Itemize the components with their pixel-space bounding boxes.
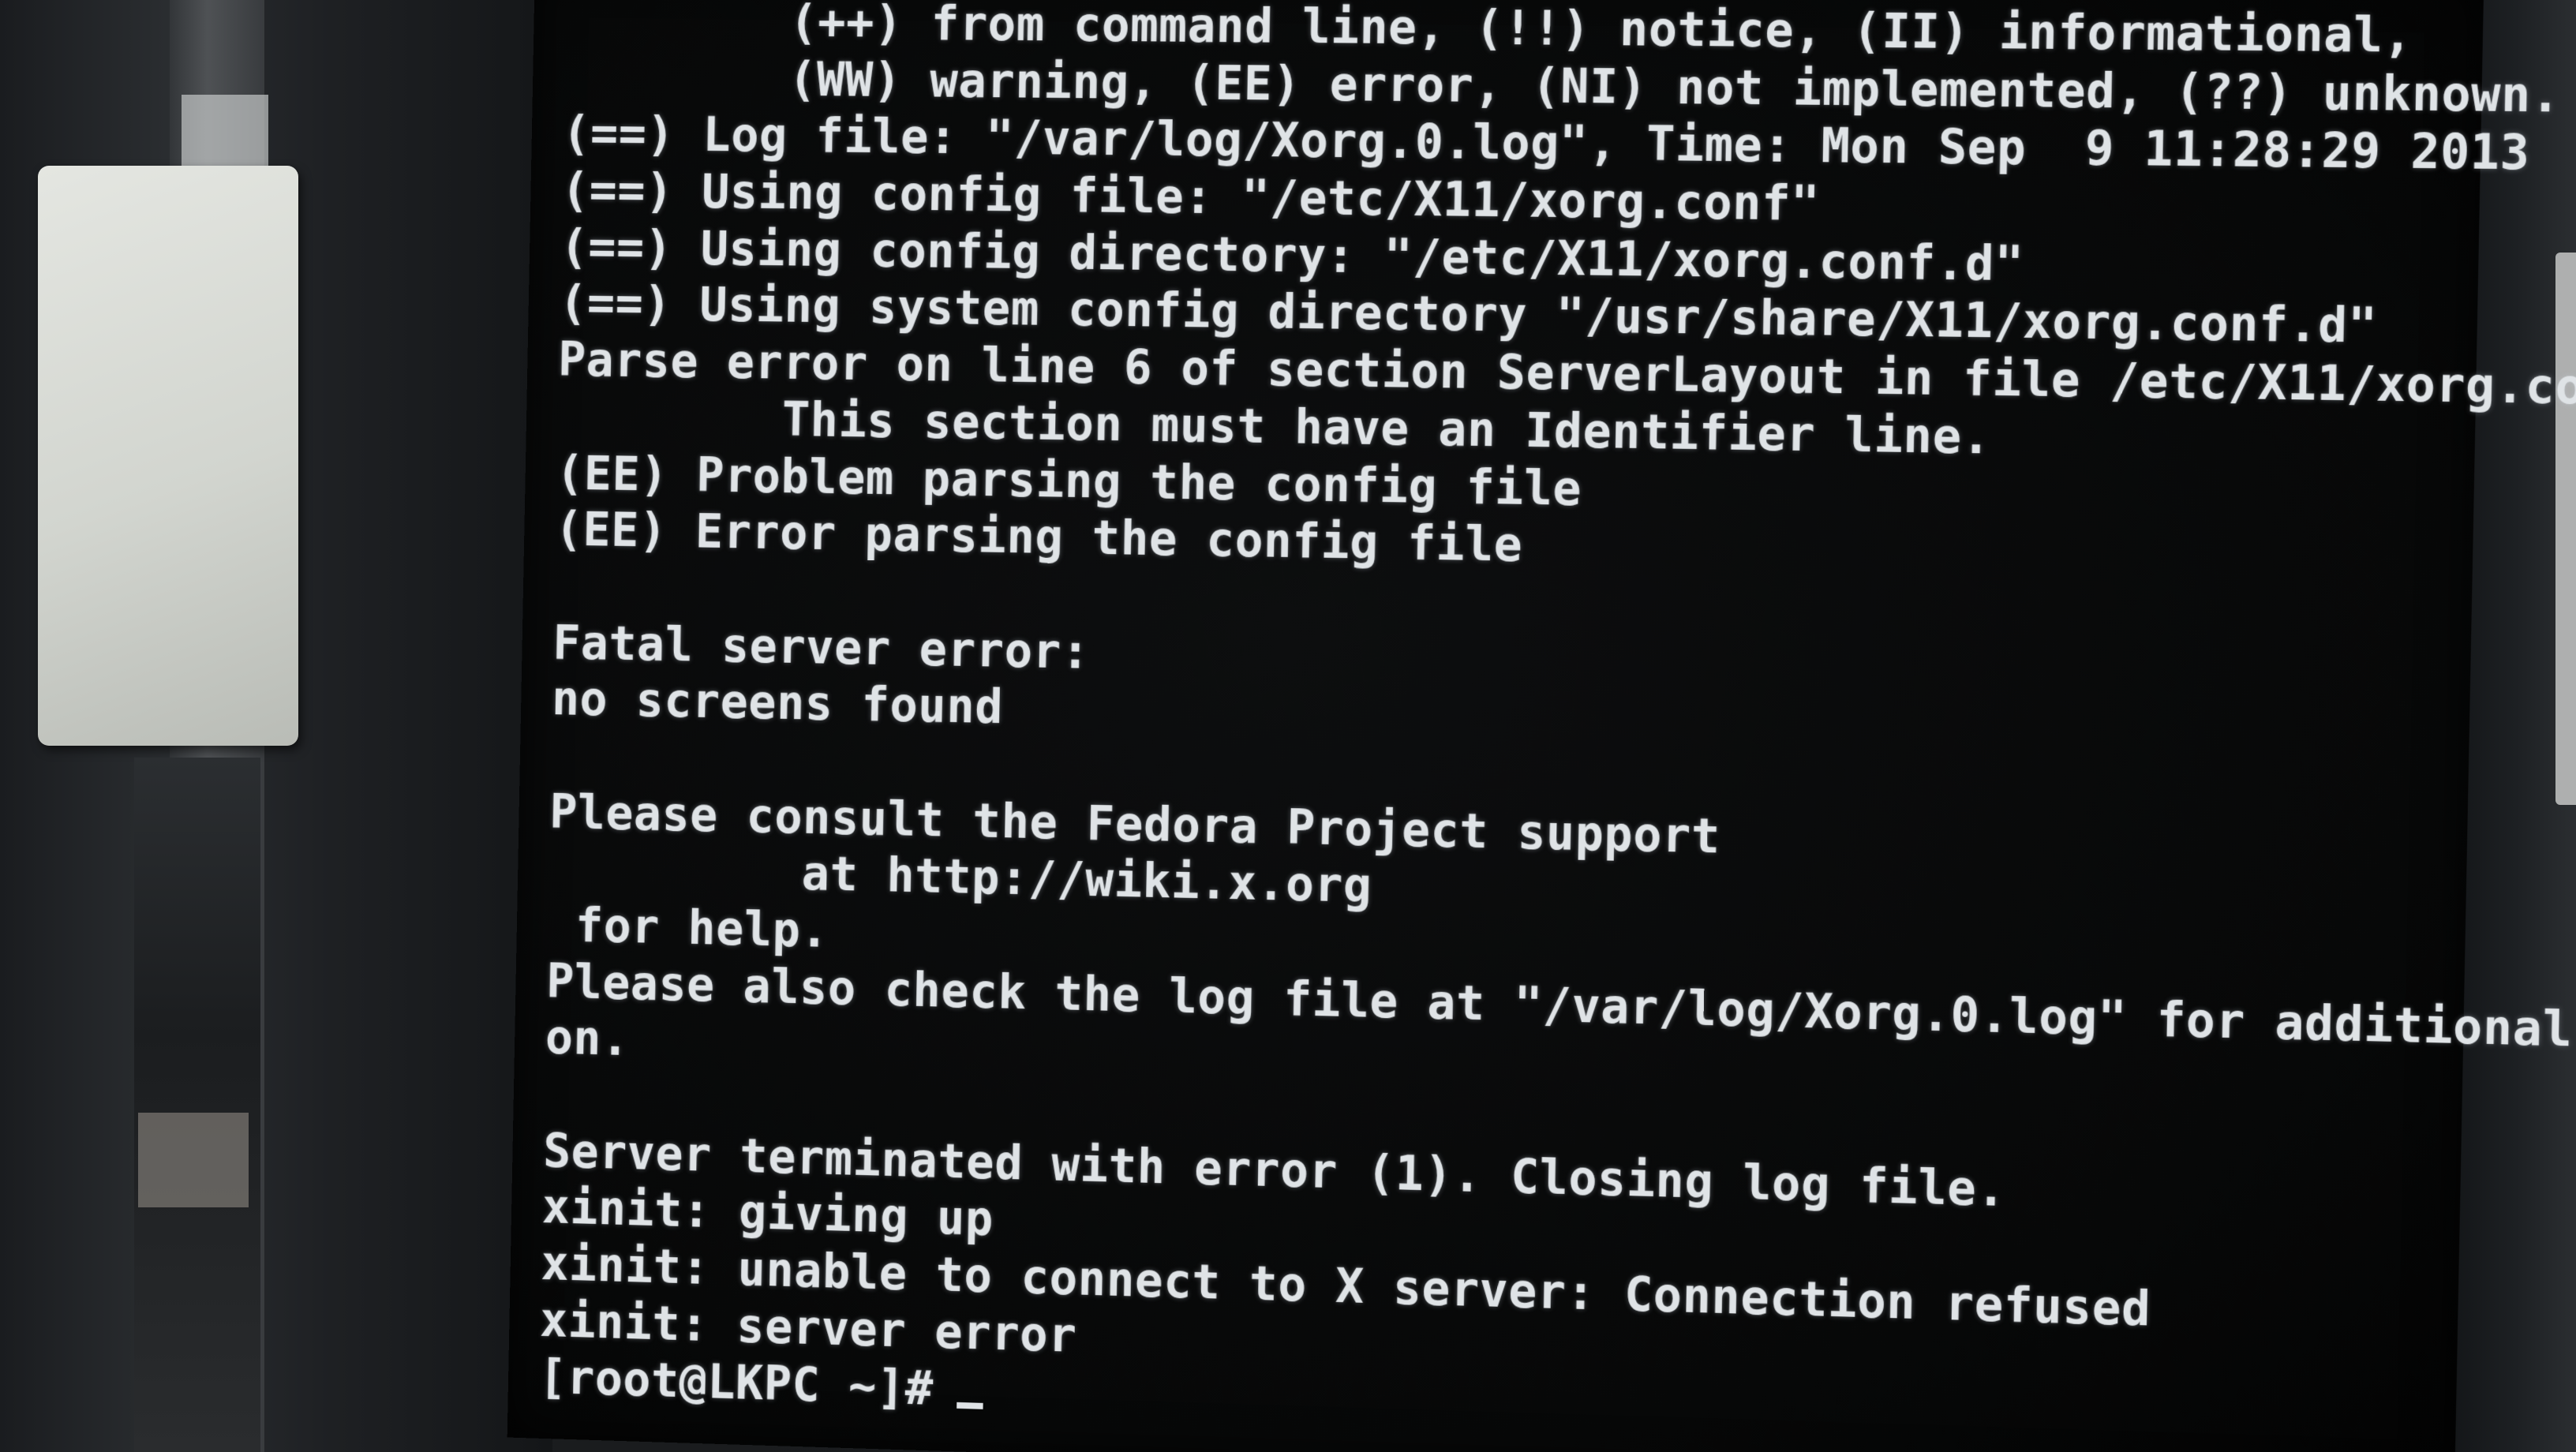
text-cursor bbox=[956, 1401, 983, 1409]
monitor-screen: (++) from command line, (!!) notice, (II… bbox=[507, 0, 2576, 1452]
background-device bbox=[134, 758, 260, 1452]
light-reflection bbox=[182, 95, 268, 166]
side-sticker bbox=[38, 166, 298, 746]
terminal-console[interactable]: (++) from command line, (!!) notice, (II… bbox=[538, 0, 2576, 1452]
shell-prompt: [root@LKPC ~]# bbox=[538, 1349, 934, 1416]
photo-scene: (++) from command line, (!!) notice, (II… bbox=[0, 0, 2576, 1452]
background-device-tag bbox=[138, 1113, 249, 1207]
bezel-reflection bbox=[2555, 253, 2576, 805]
